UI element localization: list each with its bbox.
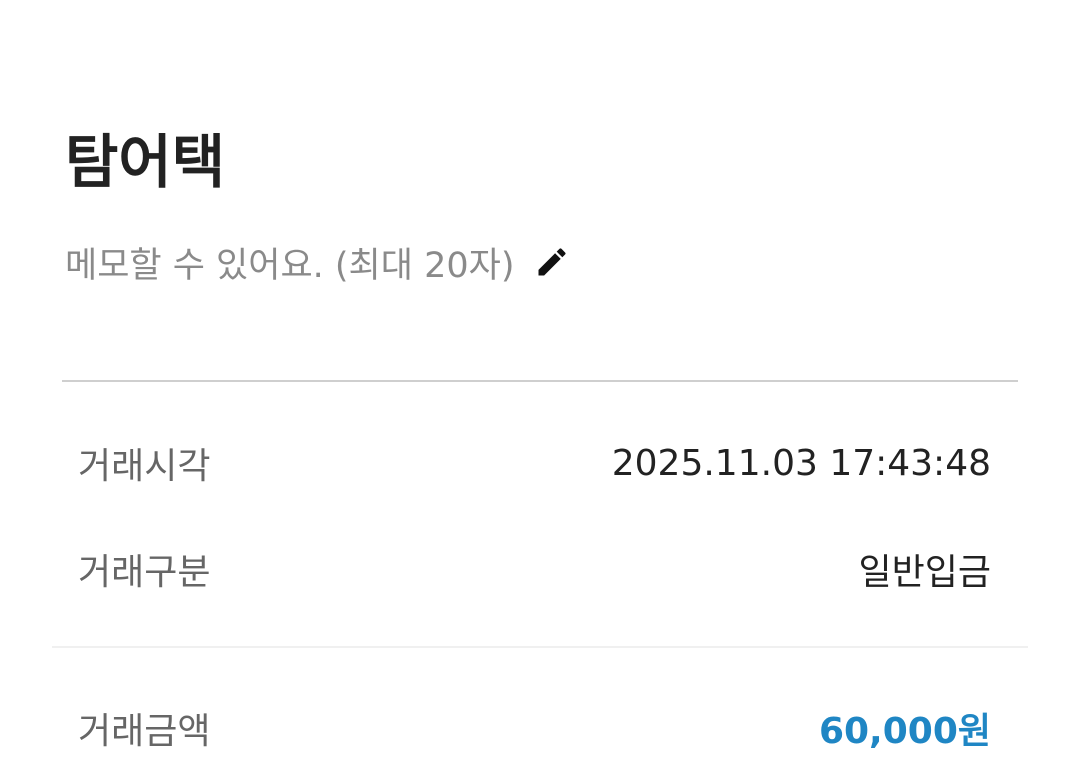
section-divider: [62, 380, 1018, 382]
memo-edit-row[interactable]: 메모할 수 있어요. (최대 20자): [65, 232, 570, 292]
type-value: 일반입금: [858, 552, 991, 593]
type-label: 거래구분: [78, 552, 211, 593]
pencil-icon[interactable]: [534, 244, 570, 280]
amount-label: 거래금액: [78, 711, 211, 752]
memo-placeholder[interactable]: 메모할 수 있어요. (최대 20자): [65, 237, 514, 288]
section-divider-light: [52, 646, 1028, 648]
page-title: 탐어택: [65, 128, 226, 196]
transaction-detail-page: 탐어택 메모할 수 있어요. (최대 20자) 거래시각 2025.11.03 …: [0, 0, 1080, 765]
detail-row-type: 거래구분 일반입금: [78, 537, 991, 601]
detail-row-time: 거래시각 2025.11.03 17:43:48: [78, 431, 991, 495]
time-label: 거래시각: [78, 446, 211, 487]
detail-row-amount: 거래금액 60,000원: [78, 696, 991, 760]
time-value: 2025.11.03 17:43:48: [611, 442, 991, 484]
amount-value: 60,000원: [818, 711, 991, 752]
